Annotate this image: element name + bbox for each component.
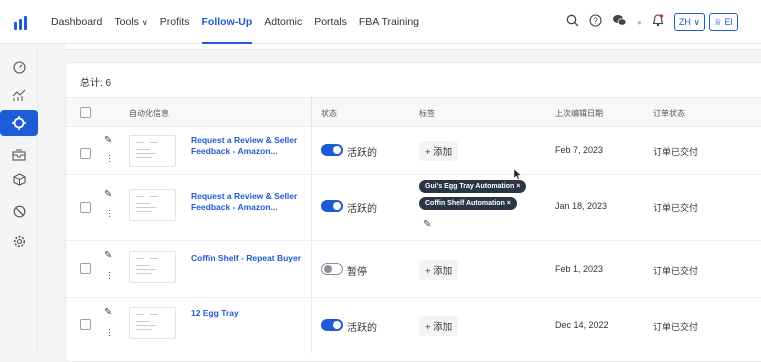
more-options-icon[interactable]: · · · (108, 151, 111, 166)
order-status: 订单已交付 (653, 203, 699, 213)
nav-dashboard[interactable]: Dashboard (51, 0, 102, 44)
wechat-icon[interactable] (612, 14, 627, 30)
last-edit-date: Jan 18, 2023 (555, 201, 608, 211)
header-automation: 自动化信息 (129, 109, 169, 118)
status-label: 活跃的 (347, 204, 377, 215)
search-icon[interactable] (566, 14, 579, 30)
edit-pencil-icon[interactable]: ✎ (104, 189, 112, 200)
more-options-icon[interactable]: · · · (108, 325, 111, 340)
automations-table-panel: 总计: 6 自动化信息 状态 标签 上次编辑日期 订单状态 ✎ · · · Requ… (65, 62, 761, 362)
edit-pencil-icon[interactable]: ✎ (104, 307, 112, 318)
bell-icon[interactable] (652, 14, 664, 30)
nav-dashboard-label: Dashboard (51, 16, 103, 28)
header-actions: ? ● ZH ∨ ♕ El (566, 12, 738, 32)
sidebar-settings-icon[interactable] (8, 230, 30, 252)
language-select[interactable]: ZH ∨ (673, 13, 705, 31)
top-navigation-bar: Dashboard Tools ∨ Profits Follow-Up Adtom… (0, 0, 761, 44)
more-options-icon[interactable]: · · · (108, 206, 111, 221)
mouse-cursor-icon (513, 168, 522, 182)
table-row: ✎ · · · 12 Egg Tray 活跃的 + 添加 Dec 14, 2022 … (66, 298, 761, 358)
last-edit-date: Feb 1, 2023 (555, 264, 604, 274)
account-button-label: El (724, 17, 733, 27)
account-button[interactable]: ♕ El (708, 13, 738, 31)
table-row: ✎ · · · Request a Review & Seller Feedback… (66, 175, 761, 241)
edit-pencil-icon[interactable]: ✎ (104, 250, 112, 261)
select-all-checkbox[interactable] (80, 107, 91, 118)
status-toggle[interactable] (321, 263, 343, 275)
edit-tags-pencil-icon[interactable]: ✎ (423, 219, 431, 230)
automation-title-link[interactable]: Request a Review & Seller Feedback - Ama… (191, 191, 303, 213)
nav-fba-training-label: FBA Training (358, 16, 420, 28)
status-label: 暂停 (347, 267, 367, 278)
nav-profits-label: Profits (159, 16, 190, 28)
template-thumbnail (129, 251, 176, 283)
header-status: 状态 (321, 109, 337, 118)
add-tag-button[interactable]: + 添加 (419, 260, 459, 280)
help-icon[interactable]: ? (589, 14, 602, 30)
nav-fba-training[interactable]: FBA Training (359, 0, 419, 44)
status-toggle[interactable] (321, 144, 343, 156)
sidebar-box-icon[interactable] (8, 168, 30, 190)
panel-top-strip (65, 44, 761, 50)
jungle-scout-logo-icon[interactable] (14, 16, 28, 30)
table-header: 自动化信息 状态 标签 上次编辑日期 订单状态 (66, 97, 761, 127)
nav-follow-up-label: Follow-Up (201, 16, 253, 28)
header-last-edit: 上次编辑日期 (555, 109, 603, 118)
svg-text:?: ? (593, 17, 598, 26)
automation-title-link[interactable]: Coffin Shelf - Repeat Buyer (191, 253, 303, 264)
dot-separator-icon: ● (637, 17, 642, 27)
template-thumbnail (129, 307, 176, 339)
nav-adtomic[interactable]: Adtomic (264, 0, 302, 44)
header-order-status: 订单状态 (653, 109, 685, 118)
order-status: 订单已交付 (653, 266, 699, 276)
automation-title-link[interactable]: 12 Egg Tray (191, 308, 303, 319)
nav-portals[interactable]: Portals (314, 0, 347, 44)
order-status: 订单已交付 (653, 322, 699, 332)
total-count: 总计: 6 (80, 78, 112, 89)
sidebar (0, 44, 38, 353)
sidebar-block-icon[interactable] (8, 200, 30, 222)
order-status: 订单已交付 (653, 147, 699, 157)
template-thumbnail (129, 189, 176, 221)
last-edit-date: Feb 7, 2023 (555, 145, 604, 155)
automation-title-link[interactable]: Request a Review & Seller Feedback - Ama… (191, 135, 303, 157)
tag-chip[interactable]: Coffin Shelf Automation × (419, 197, 517, 210)
tag-chip[interactable]: Gui's Egg Tray Automation × (419, 180, 527, 193)
nav-profits[interactable]: Profits (160, 0, 190, 44)
column-divider (311, 96, 312, 353)
sidebar-follow-up-icon[interactable] (0, 110, 38, 136)
header-tags: 标签 (419, 109, 435, 118)
nav-portals-label: Portals (314, 16, 347, 28)
nav-follow-up[interactable]: Follow-Up (201, 0, 253, 44)
status-label: 活跃的 (347, 323, 377, 334)
nav-tools-label: Tools (114, 16, 139, 28)
nav-adtomic-label: Adtomic (264, 16, 303, 28)
template-thumbnail (129, 135, 176, 167)
last-edit-date: Dec 14, 2022 (555, 320, 609, 330)
status-toggle[interactable] (321, 319, 343, 331)
edit-pencil-icon[interactable]: ✎ (104, 135, 112, 146)
add-tag-button[interactable]: + 添加 (419, 316, 459, 336)
status-label: 活跃的 (347, 148, 377, 159)
more-options-icon[interactable]: · · · (108, 268, 111, 283)
nav-tools[interactable]: Tools ∨ (114, 0, 147, 44)
table-row: ✎ · · · Coffin Shelf - Repeat Buyer 暂停 + 添… (66, 241, 761, 298)
main-nav: Dashboard Tools ∨ Profits Follow-Up Adtom… (51, 0, 431, 44)
row-checkbox[interactable] (80, 319, 91, 330)
sidebar-inbox-icon[interactable] (8, 144, 30, 166)
sidebar-profits-icon[interactable] (8, 84, 30, 106)
row-checkbox[interactable] (80, 148, 91, 159)
table-row: ✎ · · · Request a Review & Seller Feedback… (66, 127, 761, 175)
row-checkbox[interactable] (80, 202, 91, 213)
status-toggle[interactable] (321, 200, 343, 212)
sidebar-dashboard-icon[interactable] (8, 56, 30, 78)
add-tag-button[interactable]: + 添加 (419, 141, 459, 161)
chevron-down-icon: ∨ (141, 17, 148, 27)
row-checkbox[interactable] (80, 263, 91, 274)
crown-icon: ♕ (713, 17, 723, 27)
